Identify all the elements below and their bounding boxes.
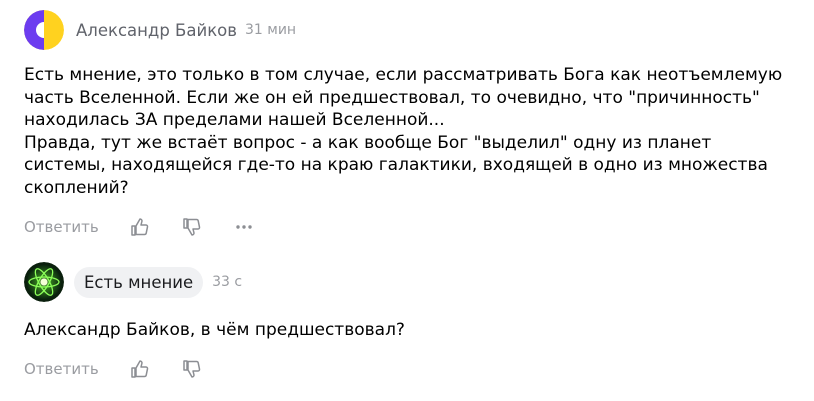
like-button[interactable] xyxy=(129,358,151,380)
comment-text: Есть мнение, это только в том случае, ес… xyxy=(24,65,783,198)
comment-header: Александр Байков 31 мин xyxy=(24,10,794,50)
comment: Есть мнение 33 с Александр Байков, в чём… xyxy=(24,262,794,379)
like-button[interactable] xyxy=(129,216,151,238)
comment-header: Есть мнение 33 с xyxy=(24,262,794,302)
author-name[interactable]: Есть мнение xyxy=(74,266,204,298)
reply-button[interactable]: Ответить xyxy=(24,360,99,378)
more-dots-icon xyxy=(235,225,252,229)
author-name[interactable]: Александр Байков xyxy=(76,21,237,40)
comment-time: 33 с xyxy=(212,274,243,290)
reply-button[interactable]: Ответить xyxy=(24,218,99,236)
thumbs-down-icon xyxy=(182,359,200,378)
green-atom-avatar-icon xyxy=(24,262,64,302)
comment: Александр Байков 31 мин Есть мнение, это… xyxy=(24,10,794,237)
more-options-button[interactable] xyxy=(233,216,255,238)
comment-text: Александр Байков, в чём предшествовал? xyxy=(24,320,405,340)
dislike-button[interactable] xyxy=(181,358,203,380)
avatar[interactable] xyxy=(24,10,64,50)
comment-actions: Ответить xyxy=(24,217,794,237)
yellow-purple-circle-avatar-icon xyxy=(24,10,64,50)
dislike-button[interactable] xyxy=(181,216,203,238)
comment-actions: Ответить xyxy=(24,359,794,379)
thumbs-up-icon xyxy=(130,359,148,378)
comment-time: 31 мин xyxy=(245,22,297,38)
avatar[interactable] xyxy=(24,262,64,302)
thumbs-down-icon xyxy=(182,218,200,236)
thumbs-up-icon xyxy=(130,218,148,236)
